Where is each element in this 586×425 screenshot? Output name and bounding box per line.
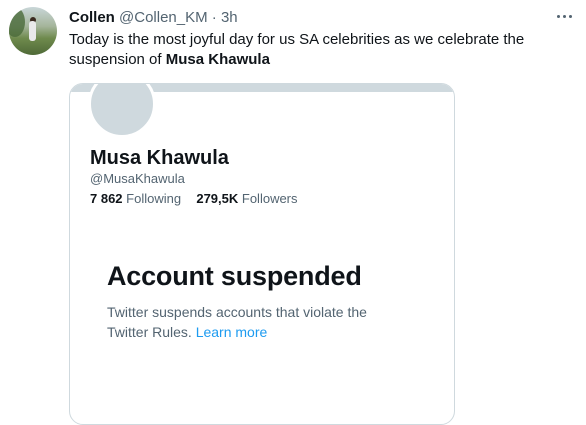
author-name[interactable]: Collen	[69, 9, 115, 26]
avatar-tree-shape	[9, 7, 25, 37]
header-separator: ·	[211, 9, 217, 26]
followers-count: 279,5K	[196, 191, 239, 206]
tweet-text-main: Today is the most joyful day for us SA c…	[69, 31, 525, 68]
tweet-text: Today is the most joyful day for us SA c…	[69, 30, 574, 70]
more-dot	[556, 14, 560, 18]
author-handle[interactable]: @Collen_KM	[119, 9, 208, 26]
more-dot	[568, 14, 572, 18]
suspended-title: Account suspended	[107, 261, 362, 291]
more-options-icon[interactable]	[552, 4, 576, 28]
profile-avatar-placeholder	[88, 84, 156, 138]
followers-label: Followers	[241, 191, 298, 206]
tweet-header: Collen @Collen_KM · 3h	[69, 8, 238, 28]
following-count: 7 862	[90, 191, 123, 206]
profile-handle: @MusaKhawula	[90, 171, 185, 186]
embedded-profile-screenshot[interactable]: Musa Khawula @MusaKhawula 7 862 Followin…	[69, 83, 455, 425]
profile-name: Musa Khawula	[90, 147, 229, 169]
tweet-text-bold: Musa Khawula	[165, 51, 270, 68]
suspended-description: Twitter suspends accounts that violate t…	[107, 302, 407, 342]
more-dot	[562, 14, 566, 18]
tweet-timestamp[interactable]: 3h	[221, 9, 238, 26]
following-label: Following	[126, 191, 182, 206]
author-avatar[interactable]	[9, 7, 57, 55]
avatar-figure-shape	[29, 21, 36, 41]
learn-more-link: Learn more	[195, 324, 268, 340]
profile-stats: 7 862 Following 279,5K Followers	[90, 190, 298, 208]
